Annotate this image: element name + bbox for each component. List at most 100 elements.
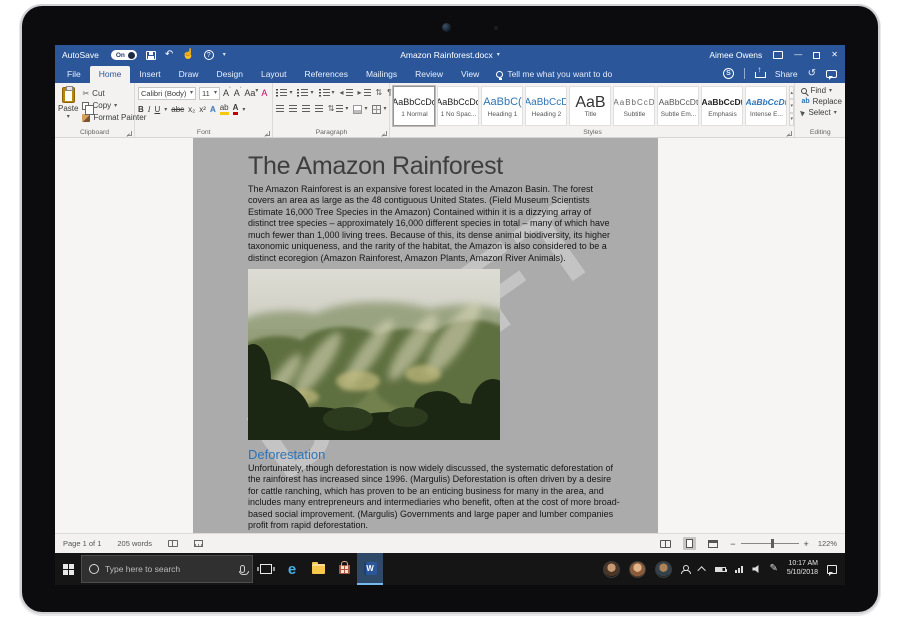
change-case-button[interactable]: Aa▾ (244, 88, 258, 99)
highlight-color-button[interactable]: ab (220, 104, 229, 115)
document-title[interactable]: Amazon Rainforest.docx ▾ (400, 50, 500, 60)
styles-scroll-up-icon[interactable]: ▴ (789, 86, 794, 99)
edge-button[interactable]: e (279, 553, 305, 585)
document-paragraph-1[interactable]: The Amazon Rainforest is an expansive fo… (248, 184, 620, 264)
font-dialog-launcher-icon[interactable] (265, 131, 270, 136)
tray-clock[interactable]: 10:17 AM 5/10/2018 (787, 560, 818, 578)
touch-mode-icon[interactable]: ☝ (182, 50, 194, 60)
line-spacing-button[interactable]: ⇅▾ (328, 105, 349, 113)
text-effects-button[interactable]: A (210, 105, 216, 114)
taskbar-search[interactable] (81, 555, 253, 583)
people-hub-icon[interactable] (681, 565, 691, 574)
network-icon[interactable] (735, 566, 743, 573)
subscript-button[interactable]: x₂ (188, 105, 195, 114)
history-icon[interactable]: ↺ (808, 69, 816, 79)
comments-icon[interactable] (826, 70, 837, 78)
undo-icon[interactable]: ↶ (165, 50, 173, 60)
multilevel-list-button[interactable]: ▾ (319, 89, 335, 97)
style-heading1[interactable]: AaBbC( Heading 1 (481, 86, 523, 126)
battery-icon[interactable] (715, 567, 726, 572)
minimize-button[interactable]: — (794, 51, 802, 59)
people-avatar-2[interactable] (629, 561, 646, 578)
tab-view[interactable]: View (452, 66, 488, 83)
align-right-button[interactable] (302, 105, 310, 113)
bullets-button[interactable]: ▾ (276, 89, 292, 97)
superscript-button[interactable]: x² (199, 105, 206, 114)
zoom-out-button[interactable]: − (730, 539, 735, 549)
numbering-button[interactable]: ▾ (297, 89, 313, 97)
start-button[interactable] (55, 553, 81, 585)
tray-chevron-icon[interactable] (698, 566, 706, 574)
save-icon[interactable] (146, 51, 156, 60)
style-subtitle[interactable]: AaBbCcD Subtitle (613, 86, 655, 126)
styles-scroll-down-icon[interactable]: ▾ (789, 99, 794, 112)
font-color-button[interactable]: A (233, 104, 239, 115)
zoom-slider[interactable] (741, 543, 799, 544)
file-explorer-button[interactable] (305, 553, 331, 585)
zoom-level[interactable]: 122% (818, 539, 837, 548)
increase-indent-button[interactable]: ▸ (358, 89, 371, 97)
style-emphasis[interactable]: AaBbCcDt Emphasis (701, 86, 743, 126)
proofing-icon[interactable] (168, 540, 178, 547)
grow-font-button[interactable]: Aˆ (223, 88, 231, 99)
tab-mailings[interactable]: Mailings (357, 66, 406, 83)
speaker-icon[interactable] (752, 565, 760, 573)
tab-references[interactable]: References (296, 66, 357, 83)
people-avatar-3[interactable] (655, 561, 672, 578)
close-button[interactable]: ✕ (831, 51, 838, 59)
paragraph-dialog-launcher-icon[interactable] (382, 131, 387, 136)
strikethrough-button[interactable]: abc (171, 105, 184, 114)
style-heading2[interactable]: AaBbCcD Heading 2 (525, 86, 567, 126)
rainforest-photo[interactable] (248, 269, 500, 440)
customize-qat-icon[interactable]: ▾ (223, 52, 226, 58)
s-badge-icon[interactable]: S (723, 68, 734, 79)
align-left-button[interactable] (276, 105, 284, 113)
justify-button[interactable] (315, 105, 323, 113)
italic-button[interactable]: I (148, 105, 151, 114)
paste-button[interactable]: Paste ▾ (58, 85, 78, 126)
decrease-indent-button[interactable]: ◂ (340, 89, 353, 97)
font-color-dropdown-icon[interactable]: ▾ (242, 107, 245, 113)
store-button[interactable] (331, 553, 357, 585)
zoom-slider-thumb[interactable] (771, 539, 774, 548)
styles-gallery-expand-icon[interactable]: ▾ (789, 113, 794, 126)
underline-dropdown-icon[interactable]: ▾ (164, 107, 167, 113)
styles-dialog-launcher-icon[interactable] (787, 131, 792, 136)
tab-review[interactable]: Review (406, 66, 452, 83)
bold-button[interactable]: B (138, 105, 144, 114)
style-title[interactable]: AaB Title (569, 86, 611, 126)
document-page[interactable]: DRAFT The Amazon Rainforest The Amazon R… (193, 138, 658, 533)
find-button[interactable]: Find ▾ (801, 85, 842, 96)
word-count[interactable]: 205 words (117, 539, 152, 548)
font-size-select[interactable]: 11 ▾ (199, 87, 220, 100)
people-avatar-1[interactable] (603, 561, 620, 578)
ribbon-display-options-icon[interactable]: ˆ (773, 51, 783, 59)
replace-button[interactable]: ab Replace (801, 96, 842, 107)
maximize-button[interactable] (813, 52, 820, 59)
tab-home[interactable]: Home (90, 66, 131, 83)
document-subheading[interactable]: Deforestation (248, 447, 620, 462)
tab-draw[interactable]: Draw (170, 66, 208, 83)
autosave-toggle[interactable]: On (111, 50, 137, 60)
style-no-spacing[interactable]: AaBbCcDd 1 No Spac... (437, 86, 479, 126)
underline-button[interactable]: U (154, 105, 160, 114)
user-name[interactable]: Aimee Owens (709, 50, 762, 60)
font-family-select[interactable]: Calibri (Body) ▾ (138, 87, 196, 100)
search-input[interactable] (105, 564, 234, 574)
borders-button[interactable]: ▾ (372, 105, 386, 114)
web-layout-button[interactable] (705, 538, 721, 550)
tab-insert[interactable]: Insert (130, 66, 169, 83)
sort-button[interactable]: ⇅ (376, 89, 383, 97)
style-intense-emphasis[interactable]: AaBbCcDt Intense E... (745, 86, 787, 126)
tell-me-box[interactable]: Tell me what you want to do (496, 69, 612, 83)
task-view-button[interactable] (253, 553, 279, 585)
select-button[interactable]: Select ▾ (801, 107, 842, 118)
word-taskbar-button[interactable]: W (357, 553, 383, 585)
clear-formatting-button[interactable]: A (261, 88, 267, 99)
macro-record-icon[interactable] (194, 540, 203, 547)
tab-design[interactable]: Design (208, 66, 252, 83)
zoom-in-button[interactable]: + (804, 539, 809, 549)
print-layout-button[interactable] (683, 537, 696, 550)
microphone-icon[interactable] (240, 565, 245, 573)
action-center-icon[interactable] (827, 565, 837, 574)
